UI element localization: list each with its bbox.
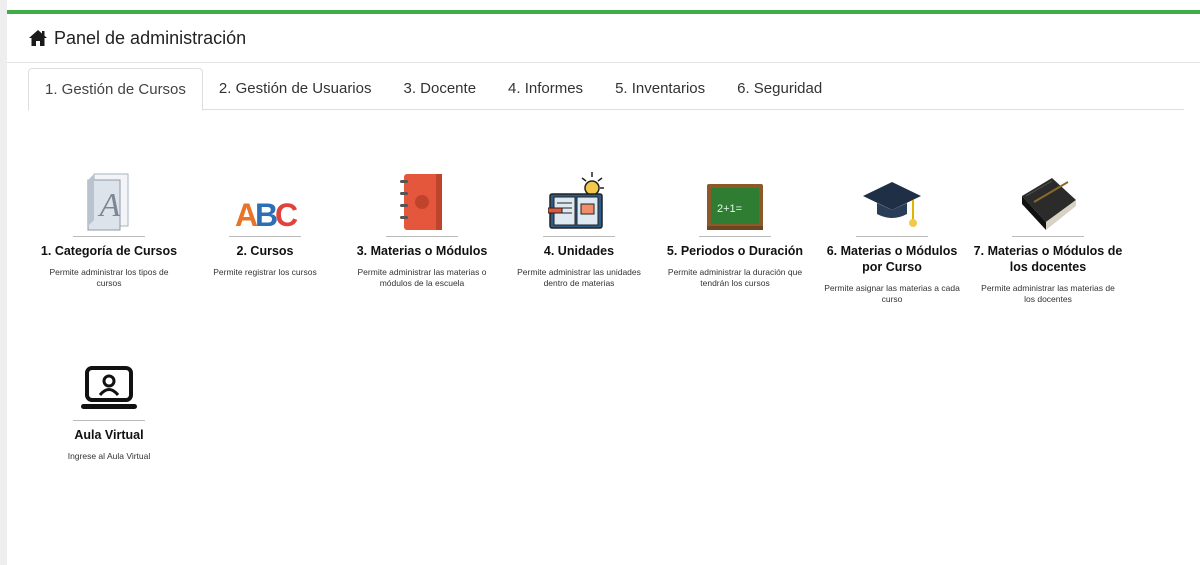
svg-text:C: C — [275, 197, 297, 232]
tile-unidades[interactable]: 4. Unidades Permite administrar las unid… — [504, 170, 654, 288]
page-edge — [0, 0, 7, 565]
tile-description: Permite administrar las unidades dentro … — [517, 267, 641, 288]
tile-title: 7. Materias o Módulos de los docentes — [973, 244, 1123, 274]
tile-description: Ingrese al Aula Virtual — [67, 451, 151, 461]
tab-inventarios[interactable]: 5. Inventarios — [599, 68, 721, 110]
panel-title: Panel de administración — [54, 27, 247, 48]
svg-text:A: A — [98, 187, 121, 224]
tile-description: Permite administrar las materias o módul… — [357, 267, 487, 288]
chalkboard-icon: 2+1= — [707, 184, 763, 230]
tab-seguridad[interactable]: 6. Seguridad — [721, 68, 838, 110]
tab-gestion-usuarios[interactable]: 2. Gestión de Usuarios — [203, 68, 388, 110]
tile-categoria-cursos[interactable]: A 1. Categoría de Cursos Permite adminis… — [34, 170, 184, 288]
tab-informes[interactable]: 4. Informes — [492, 68, 599, 110]
abc-icon: A B C — [235, 197, 297, 232]
tile-title: 4. Unidades — [543, 244, 615, 258]
tile-cursos[interactable]: A B C 2. Cursos Permite registrar los cu… — [190, 170, 340, 278]
tile-aula-virtual[interactable]: Aula Virtual Ingrese al Aula Virtual — [34, 354, 184, 462]
tile-description: Permite registrar los cursos — [213, 267, 317, 277]
tile-description: Permite administrar las materias de los … — [981, 283, 1115, 304]
document-font-icon: A — [87, 173, 129, 231]
laptop-user-icon — [81, 366, 137, 409]
home-icon — [29, 30, 47, 46]
tab-bar: 1. Gestión de Cursos 2. Gestión de Usuar… — [28, 68, 1184, 111]
tile-materias-por-curso[interactable]: 6. Materias o Módulos por Curso Permite … — [817, 170, 967, 304]
tile-description: Permite asignar las materias a cada curs… — [824, 283, 960, 304]
tile-title: 6. Materias o Módulos por Curso — [826, 244, 958, 274]
tab-docente[interactable]: 3. Docente — [387, 68, 492, 110]
tile-title: 2. Cursos — [236, 244, 294, 258]
tile-description: Permite administrar los tipos de cursos — [49, 267, 169, 288]
notebook-icon — [400, 174, 442, 230]
tab-gestion-cursos[interactable]: 1. Gestión de Cursos — [28, 68, 203, 111]
panel-header: Panel de administración — [7, 14, 1200, 63]
graduation-cap-icon — [863, 182, 921, 227]
black-notebook-icon — [1022, 178, 1076, 230]
tile-title: 1. Categoría de Cursos — [40, 244, 178, 258]
tile-materias-docentes[interactable]: 7. Materias o Módulos de los docentes Pe… — [973, 170, 1123, 304]
chalkboard-text: 2+1= — [717, 203, 742, 215]
tile-materias-modulos[interactable]: 3. Materias o Módulos Permite administra… — [347, 170, 497, 288]
tile-title: 3. Materias o Módulos — [356, 244, 488, 258]
tile-periodos-duracion[interactable]: 2+1= 5. Periodos o Duración Permite admi… — [660, 170, 810, 288]
tile-title: Aula Virtual — [74, 428, 144, 442]
tile-description: Permite administrar la duración que tend… — [667, 267, 803, 288]
book-idea-icon — [548, 172, 604, 229]
tile-title: 5. Periodos o Duración — [666, 244, 804, 258]
